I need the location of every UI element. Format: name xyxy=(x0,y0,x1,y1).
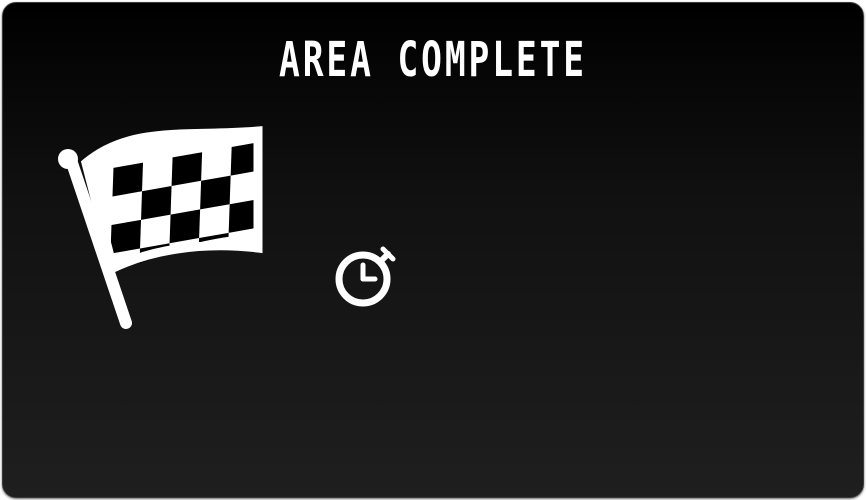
area-complete-title: AREA COMPLETE xyxy=(279,32,587,88)
checkered-flag-icon xyxy=(58,126,263,329)
area-complete-panel: AREA COMPLETE xyxy=(2,2,864,498)
stopwatch-icon xyxy=(335,246,396,307)
